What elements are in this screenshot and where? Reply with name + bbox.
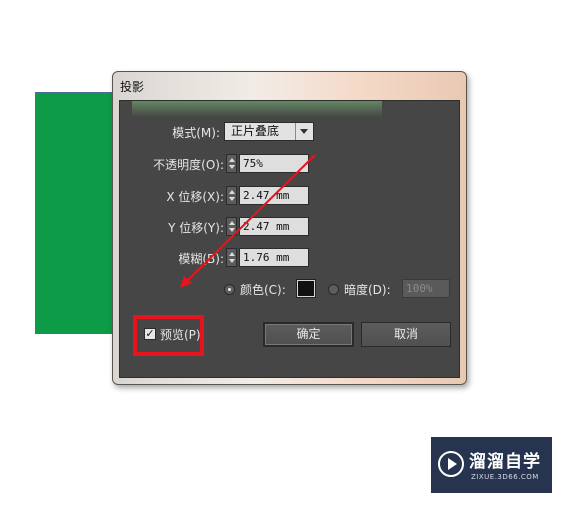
watermark-brand: 溜溜自学 (469, 452, 541, 472)
chevron-down-icon[interactable] (295, 123, 313, 140)
opacity-stepper[interactable] (226, 154, 237, 173)
y-offset-input[interactable]: 2.47 mm (239, 217, 309, 236)
stepper-up-icon[interactable] (229, 221, 235, 225)
stepper-down-icon[interactable] (229, 259, 235, 263)
x-offset-label: X 位移(X): (166, 190, 224, 204)
y-offset-label: Y 位移(Y): (168, 221, 224, 235)
color-label: 颜色(C): (240, 283, 286, 297)
stepper-down-icon[interactable] (229, 228, 235, 232)
ok-button[interactable]: 确定 (263, 322, 354, 347)
color-radio[interactable] (224, 284, 235, 295)
stepper-down-icon[interactable] (229, 165, 235, 169)
watermark-logo: 溜溜自学 ZIXUE.3D66.COM (431, 437, 552, 493)
stepper-up-icon[interactable] (229, 190, 235, 194)
stepper-up-icon[interactable] (229, 252, 235, 256)
blur-label: 模糊(B): (178, 252, 224, 266)
y-offset-stepper[interactable] (226, 217, 237, 236)
dialog-title: 投影 (120, 80, 145, 94)
blur-input[interactable]: 1.76 mm (239, 248, 309, 267)
mode-dropdown[interactable]: 正片叠底 (224, 122, 314, 141)
darkness-input[interactable]: 100% (402, 279, 450, 298)
play-icon (438, 451, 464, 477)
mode-label: 模式(M): (172, 126, 220, 140)
green-rectangle-shape (35, 92, 115, 334)
preview-glow (132, 101, 382, 117)
stepper-up-icon[interactable] (229, 158, 235, 162)
cancel-button[interactable]: 取消 (361, 322, 451, 347)
blur-stepper[interactable] (226, 248, 237, 267)
opacity-label: 不透明度(O): (153, 158, 224, 172)
color-swatch[interactable] (296, 279, 316, 298)
stepper-down-icon[interactable] (229, 197, 235, 201)
preview-highlight-box (133, 315, 204, 356)
watermark-url: ZIXUE.3D66.COM (471, 473, 539, 481)
opacity-input[interactable]: 75% (239, 154, 309, 173)
mode-value: 正片叠底 (231, 124, 280, 138)
x-offset-input[interactable]: 2.47 mm (239, 186, 309, 205)
darkness-label: 暗度(D): (344, 283, 391, 297)
x-offset-stepper[interactable] (226, 186, 237, 205)
darkness-radio[interactable] (328, 284, 339, 295)
